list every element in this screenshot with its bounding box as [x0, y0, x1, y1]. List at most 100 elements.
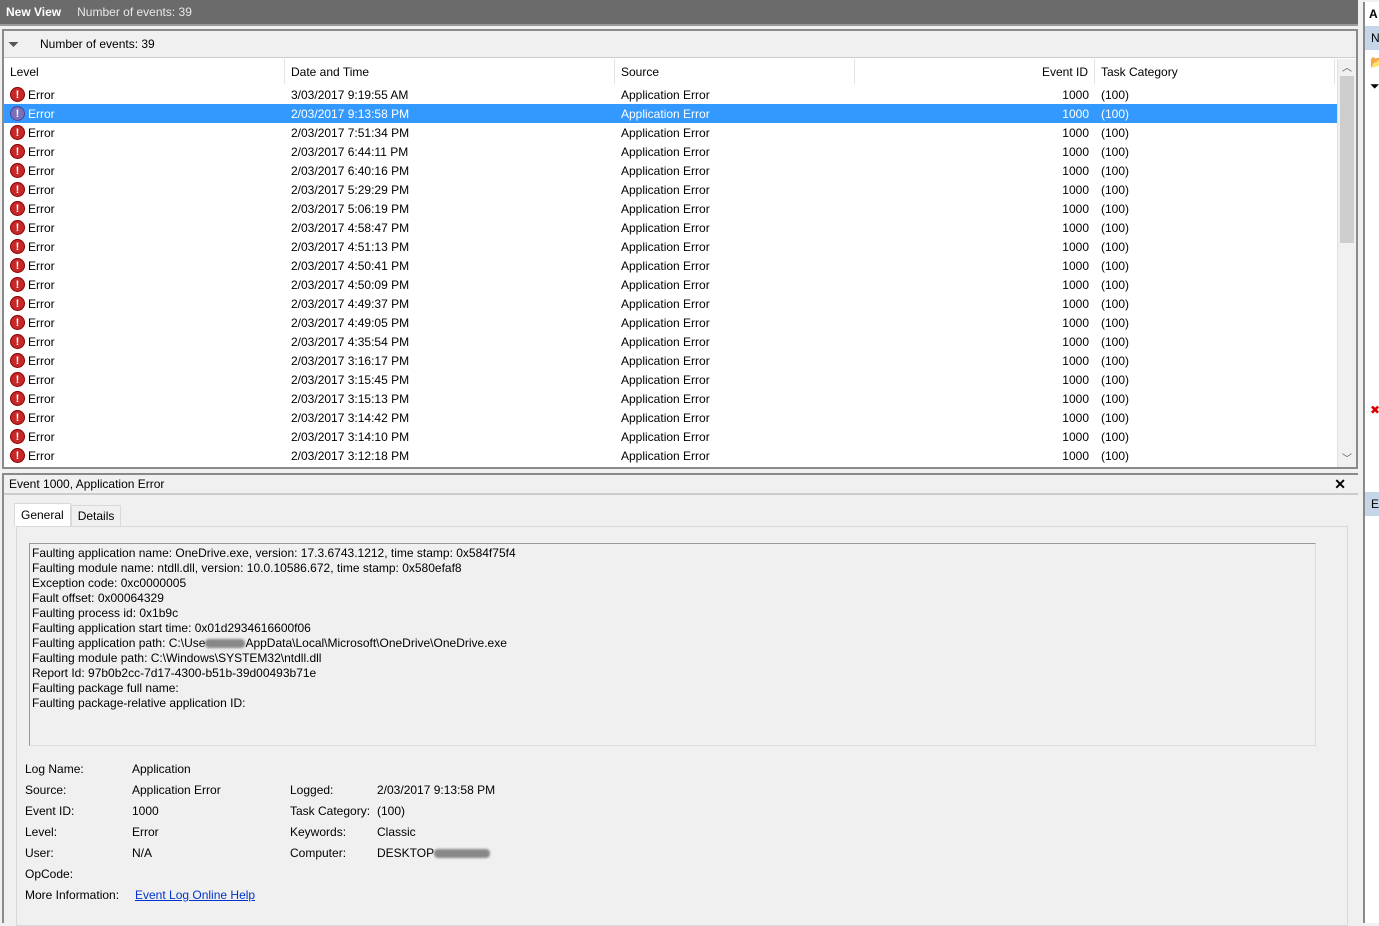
desc-line: Faulting module name: ntdll.dll, version… — [32, 561, 462, 575]
table-row[interactable]: ! Error 2/03/2017 3:16:17 PM Application … — [4, 351, 1337, 370]
event-id-cell: 1000 — [1062, 429, 1089, 444]
error-icon: ! — [10, 372, 25, 387]
vertical-scrollbar[interactable]: ︿ ﹀ — [1337, 59, 1356, 467]
desc-line: Exception code: 0xc0000005 — [32, 576, 187, 590]
close-icon[interactable]: ✕ — [1334, 476, 1346, 493]
table-row[interactable]: ! Error 2/03/2017 4:50:41 PM Application … — [4, 256, 1337, 275]
actions-section-event[interactable]: E — [1365, 492, 1379, 516]
events-table: Level Date and Time Source Event ID Task… — [4, 59, 1337, 467]
error-icon: ! — [10, 125, 25, 140]
task-category-cell: (100) — [1101, 277, 1130, 292]
event-id-cell: 1000 — [1062, 87, 1089, 102]
column-event-id[interactable]: Event ID — [855, 59, 1095, 84]
tab-details[interactable]: Details — [70, 505, 122, 526]
source-cell: Application Error — [621, 315, 710, 330]
funnel-icon[interactable]: ⏷ — [8, 36, 26, 53]
level-label: Level: — [25, 825, 58, 839]
column-level[interactable]: Level — [4, 59, 285, 84]
table-row[interactable]: ! Error 2/03/2017 3:15:13 PM Application … — [4, 389, 1337, 408]
error-icon: ! — [10, 334, 25, 349]
level-cell: ! Error — [4, 353, 285, 368]
event-id-cell: 1000 — [1062, 239, 1089, 254]
table-row[interactable]: ! Error 2/03/2017 3:15:45 PM Application … — [4, 370, 1337, 389]
source-cell: Application Error — [621, 296, 710, 311]
table-header: Level Date and Time Source Event ID Task… — [4, 59, 1337, 85]
source-cell: Application Error — [621, 353, 710, 368]
column-task-category[interactable]: Task Category — [1095, 59, 1335, 84]
event-description[interactable]: Faulting application name: OneDrive.exe,… — [29, 543, 1316, 746]
actions-section-view[interactable]: N — [1365, 26, 1379, 50]
source-cell: Application Error — [621, 334, 710, 349]
event-list-panel: ⏷ Number of events: 39 Level Date and Ti… — [2, 29, 1358, 469]
log-name-label: Log Name: — [25, 762, 84, 776]
table-row[interactable]: ! Error 2/03/2017 4:50:09 PM Application … — [4, 275, 1337, 294]
level-cell: ! Error — [4, 87, 285, 102]
table-row[interactable]: ! Error 2/03/2017 4:58:47 PM Application … — [4, 218, 1337, 237]
error-icon: ! — [10, 106, 25, 121]
level-cell: ! Error — [4, 410, 285, 425]
table-row[interactable]: ! Error 2/03/2017 4:35:54 PM Application … — [4, 332, 1337, 351]
table-row[interactable]: ! Error 2/03/2017 7:51:34 PM Application … — [4, 123, 1337, 142]
source-cell: Application Error — [621, 106, 710, 121]
open-folder-icon[interactable]: 📂 — [1365, 50, 1379, 74]
level-cell: ! Error — [4, 277, 285, 292]
date-cell: 2/03/2017 9:13:58 PM — [291, 106, 410, 121]
date-cell: 2/03/2017 3:12:18 PM — [291, 448, 410, 463]
error-icon: ! — [10, 277, 25, 292]
desc-line: Faulting process id: 0x1b9c — [32, 606, 179, 620]
computer-label: Computer: — [290, 846, 347, 860]
level-cell: ! Error — [4, 163, 285, 178]
scroll-down-icon[interactable]: ﹀ — [1338, 450, 1356, 467]
column-date[interactable]: Date and Time — [285, 59, 615, 84]
source-value: Application Error — [132, 783, 221, 797]
table-row[interactable]: ! Error 3/03/2017 9:19:55 AM Application … — [4, 85, 1337, 104]
table-row[interactable]: ! Error 2/03/2017 3:14:10 PM Application … — [4, 427, 1337, 446]
task-category-cell: (100) — [1101, 220, 1130, 235]
table-row[interactable]: ! Error 2/03/2017 4:49:05 PM Application … — [4, 313, 1337, 332]
error-icon: ! — [10, 87, 25, 102]
error-icon: ! — [10, 391, 25, 406]
detail-header: Event 1000, Application Error ✕ — [4, 475, 1358, 495]
detail-title: Event 1000, Application Error — [9, 477, 165, 491]
task-category-cell: (100) — [1101, 106, 1130, 121]
table-row[interactable]: ! Error 2/03/2017 4:49:37 PM Application … — [4, 294, 1337, 313]
tab-general[interactable]: General — [14, 503, 71, 526]
online-help-link[interactable]: Event Log Online Help — [135, 885, 255, 906]
general-tab-content: Faulting application name: OneDrive.exe,… — [16, 526, 1348, 926]
table-row[interactable]: ! Error 2/03/2017 5:06:19 PM Application … — [4, 199, 1337, 218]
event-id-cell: 1000 — [1062, 448, 1089, 463]
table-row[interactable]: ! Error 2/03/2017 3:12:18 PM Application … — [4, 446, 1337, 465]
error-icon: ! — [10, 296, 25, 311]
task-category-cell: (100) — [1101, 258, 1130, 273]
task-category-cell: (100) — [1101, 163, 1130, 178]
error-icon: ! — [10, 315, 25, 330]
task-category-cell: (100) — [1101, 353, 1130, 368]
date-cell: 2/03/2017 4:50:09 PM — [291, 277, 410, 292]
view-title-bar: New View Number of events: 39 — [0, 0, 1358, 26]
table-row[interactable]: ! Error 2/03/2017 6:44:11 PM Application … — [4, 142, 1337, 161]
table-row[interactable]: ! Error 2/03/2017 5:29:29 PM Application … — [4, 180, 1337, 199]
table-row[interactable]: ! Error 2/03/2017 6:40:16 PM Application … — [4, 161, 1337, 180]
opcode-label: OpCode: — [25, 867, 74, 881]
task-category-cell: (100) — [1101, 372, 1130, 387]
column-source[interactable]: Source — [615, 59, 855, 84]
view-title: New View — [6, 5, 62, 19]
table-row[interactable]: ! Error 2/03/2017 3:14:42 PM Application … — [4, 408, 1337, 427]
task-category-cell: (100) — [1101, 87, 1130, 102]
date-cell: 2/03/2017 4:51:13 PM — [291, 239, 410, 254]
date-cell: 2/03/2017 4:35:54 PM — [291, 334, 410, 349]
table-row[interactable]: ! Error 2/03/2017 4:51:13 PM Application … — [4, 237, 1337, 256]
level-cell: ! Error — [4, 429, 285, 444]
desc-line: Fault offset: 0x00064329 — [32, 591, 164, 605]
filter-icon[interactable]: ⏷ — [1365, 74, 1379, 98]
source-cell: Application Error — [621, 87, 710, 102]
table-row[interactable]: ! Error 2/03/2017 9:13:58 PM Application … — [4, 104, 1337, 123]
source-cell: Application Error — [621, 372, 710, 387]
source-cell: Application Error — [621, 182, 710, 197]
event-id-value: 1000 — [132, 804, 159, 818]
scroll-up-icon[interactable]: ︿ — [1338, 59, 1356, 76]
error-icon: ! — [10, 182, 25, 197]
delete-icon[interactable]: ✖ — [1365, 398, 1379, 422]
actions-header: A — [1369, 7, 1378, 21]
scroll-thumb[interactable] — [1340, 76, 1354, 243]
